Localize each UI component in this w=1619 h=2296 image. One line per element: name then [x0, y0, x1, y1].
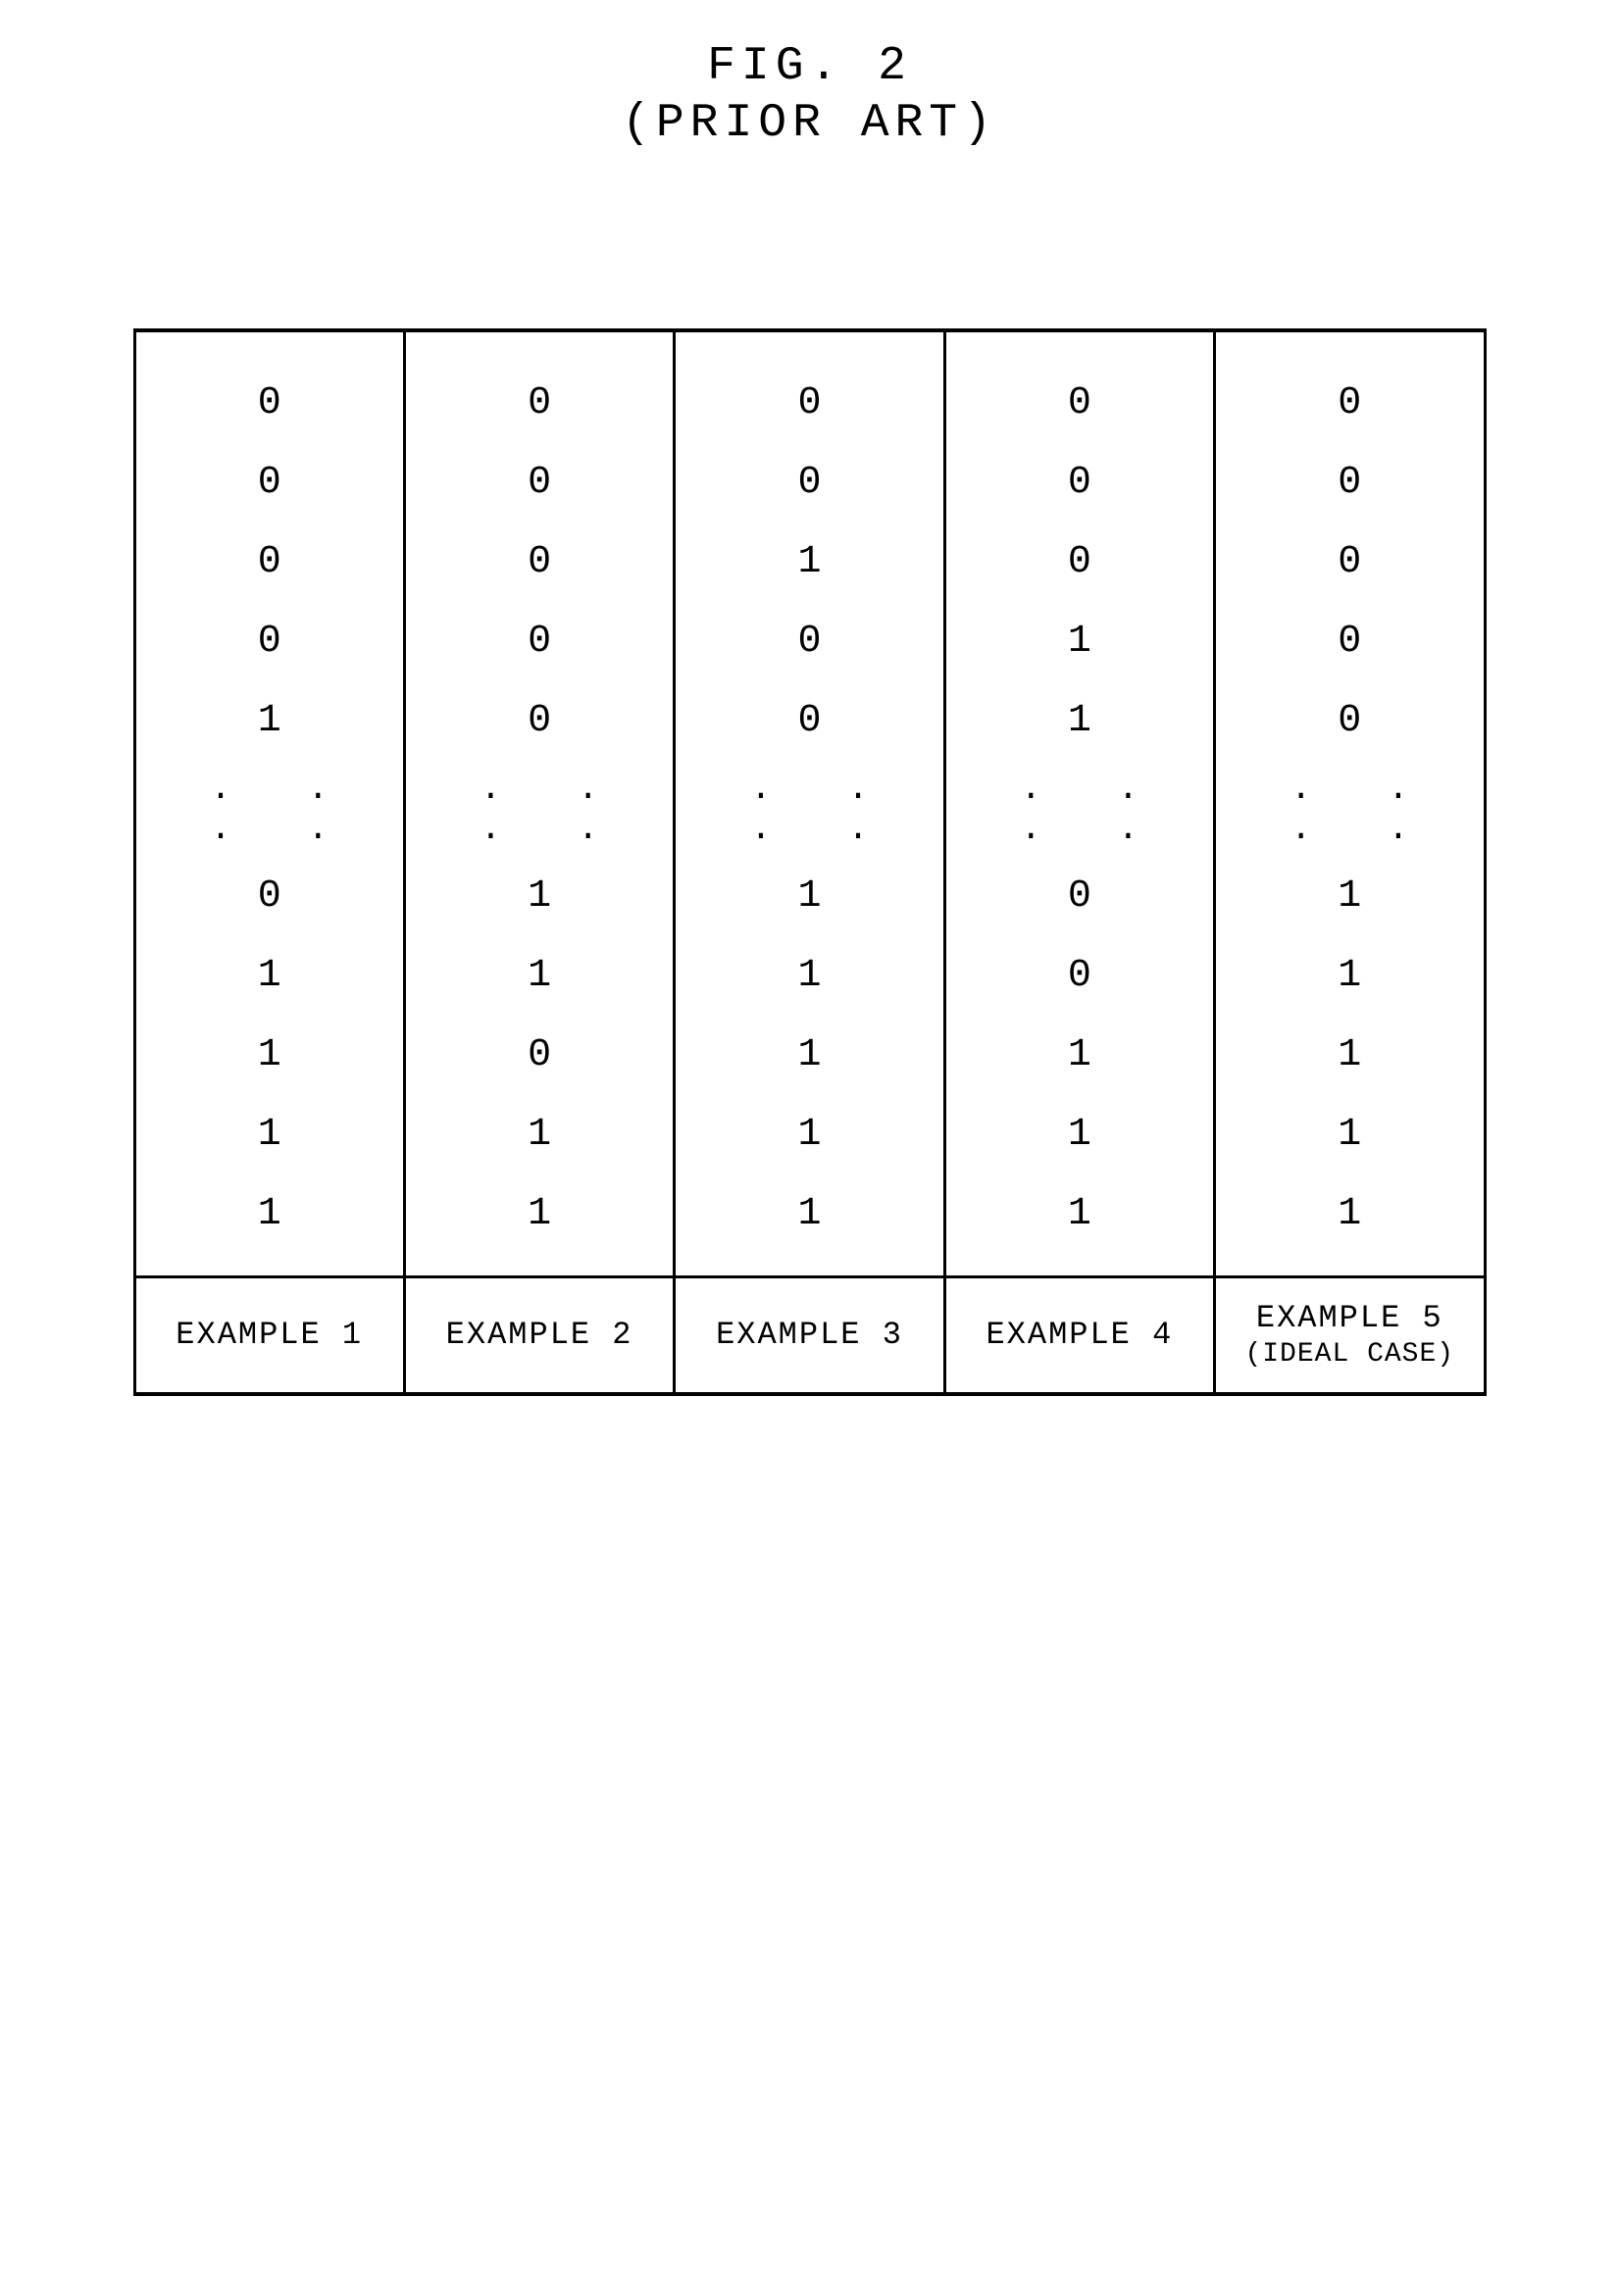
column-header: EXAMPLE 5 (IDEAL CASE) [1215, 1277, 1485, 1394]
cell: 1 [675, 1174, 944, 1277]
cell: 1 [134, 1174, 404, 1277]
cell: 0 [944, 936, 1214, 1016]
ellipsis: . . . . [134, 761, 404, 857]
column-header: EXAMPLE 2 [404, 1277, 674, 1394]
cell: 1 [944, 1174, 1214, 1277]
cell: 1 [134, 1016, 404, 1095]
cell: 1 [134, 1095, 404, 1174]
cell: 1 [1215, 857, 1485, 936]
column-header: EXAMPLE 1 [134, 1277, 404, 1394]
cell: 1 [944, 602, 1214, 681]
cell: 0 [404, 523, 674, 602]
cell: 0 [134, 330, 404, 443]
ellipsis: . . . . [1215, 761, 1485, 857]
cell: 1 [675, 523, 944, 602]
table-row: 0 0 0 0 0 [134, 330, 1485, 443]
cell: 0 [944, 443, 1214, 523]
title-line-1: FIG. 2 [39, 39, 1580, 96]
column-subheader: (IDEAL CASE) [1220, 1338, 1479, 1372]
cell: 1 [675, 1095, 944, 1174]
column-header: EXAMPLE 4 [944, 1277, 1214, 1394]
cell: 1 [134, 681, 404, 761]
cell: 1 [404, 1095, 674, 1174]
table-row: 1 0 1 1 1 [134, 1016, 1485, 1095]
table-row: 1 1 1 1 1 [134, 1095, 1485, 1174]
table-row: 1 0 0 1 0 [134, 681, 1485, 761]
column-header: EXAMPLE 3 [675, 1277, 944, 1394]
cell: 0 [944, 330, 1214, 443]
table-row: 0 1 1 0 1 [134, 857, 1485, 936]
cell: 1 [404, 857, 674, 936]
cell: 0 [404, 330, 674, 443]
cell: 1 [1215, 1016, 1485, 1095]
cell: 0 [404, 1016, 674, 1095]
title-line-2: (PRIOR ART) [39, 96, 1580, 153]
cell: 1 [944, 1016, 1214, 1095]
cell: 0 [134, 523, 404, 602]
ellipsis: . . . . [675, 761, 944, 857]
cell: 1 [944, 1095, 1214, 1174]
ellipsis: . . . . [944, 761, 1214, 857]
cell: 0 [134, 857, 404, 936]
cell: 0 [404, 681, 674, 761]
cell: 0 [1215, 602, 1485, 681]
table-row: 1 1 1 0 1 [134, 936, 1485, 1016]
cell: 0 [675, 330, 944, 443]
cell: 0 [134, 602, 404, 681]
cell: 0 [1215, 443, 1485, 523]
cell: 0 [134, 443, 404, 523]
cell: 1 [134, 936, 404, 1016]
table-row: 1 1 1 1 1 [134, 1174, 1485, 1277]
cell: 0 [675, 602, 944, 681]
cell: 1 [1215, 1174, 1485, 1277]
cell: 0 [675, 443, 944, 523]
cell: 1 [675, 1016, 944, 1095]
table-row: 0 0 0 1 0 [134, 602, 1485, 681]
figure-title: FIG. 2 (PRIOR ART) [39, 39, 1580, 152]
cell: 0 [404, 602, 674, 681]
cell: 0 [404, 443, 674, 523]
cell: 0 [675, 681, 944, 761]
cell: 0 [1215, 681, 1485, 761]
cell: 1 [675, 857, 944, 936]
cell: 0 [1215, 523, 1485, 602]
cell: 1 [1215, 936, 1485, 1016]
cell: 1 [944, 681, 1214, 761]
cell: 1 [1215, 1095, 1485, 1174]
data-table: 0 0 0 0 0 0 0 0 0 0 0 0 1 0 0 0 0 0 1 0 … [133, 328, 1487, 1396]
cell: 1 [675, 936, 944, 1016]
table-row: 0 0 1 0 0 [134, 523, 1485, 602]
cell: 1 [404, 936, 674, 1016]
cell: 0 [944, 523, 1214, 602]
cell: 0 [1215, 330, 1485, 443]
ellipsis: . . . . [404, 761, 674, 857]
cell: 1 [404, 1174, 674, 1277]
table-row: 0 0 0 0 0 [134, 443, 1485, 523]
cell: 0 [944, 857, 1214, 936]
column-headers: EXAMPLE 1 EXAMPLE 2 EXAMPLE 3 EXAMPLE 4 … [134, 1277, 1485, 1394]
ellipsis-row: . . . . . . . . . . . . . . . . . . . . [134, 761, 1485, 857]
